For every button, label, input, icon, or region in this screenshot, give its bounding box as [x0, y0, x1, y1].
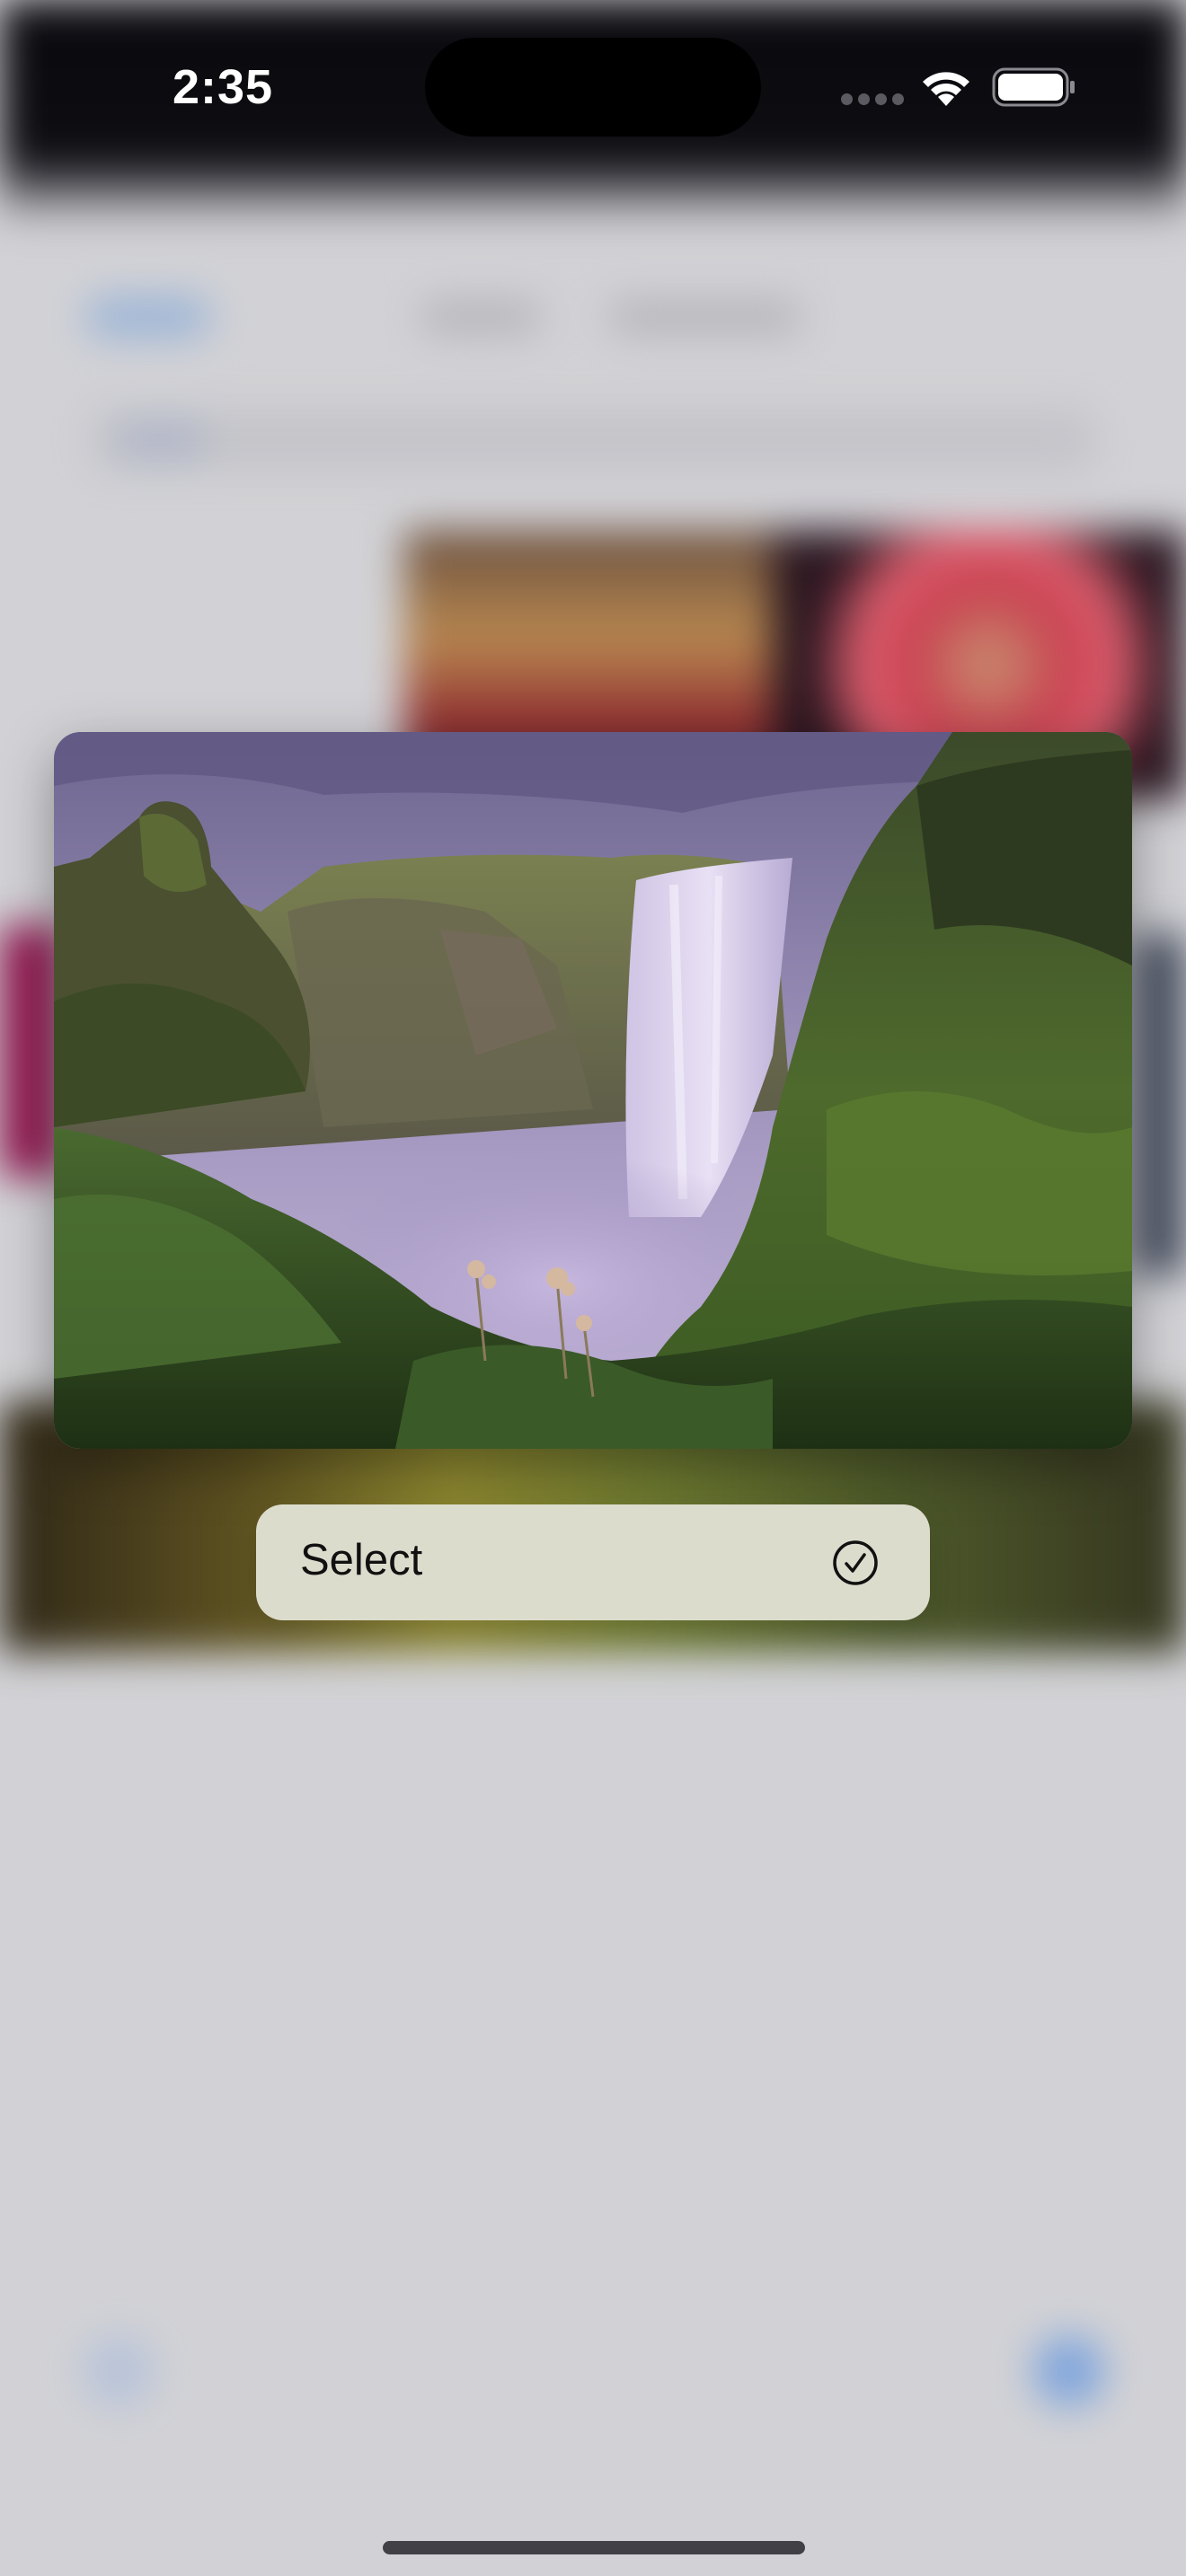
- waterfall-photo: [54, 732, 1132, 1449]
- select-label: Select: [300, 1536, 423, 1584]
- background-toolbar-button: [1033, 2335, 1105, 2407]
- background-search-bar: [90, 409, 1096, 472]
- cellular-signal-icon: [841, 93, 904, 106]
- wifi-icon: [923, 72, 969, 106]
- checkmark-circle-icon: [833, 1540, 878, 1585]
- background-search-icon: [117, 420, 207, 460]
- battery-icon: [992, 67, 1075, 107]
- background-toolbar-button: [83, 2335, 155, 2407]
- select-menu-item[interactable]: Select: [256, 1504, 930, 1620]
- background-thumbnail: [1132, 934, 1186, 1275]
- status-time: 2:35: [173, 60, 274, 114]
- background-nav-button: [85, 296, 211, 338]
- battery-fill: [998, 74, 1063, 101]
- screen: 2:35 Select: [0, 0, 1186, 2576]
- background-tab: [611, 301, 800, 333]
- context-menu: Select: [256, 1504, 930, 1620]
- background-tab: [422, 301, 539, 333]
- photo-preview[interactable]: [54, 732, 1132, 1449]
- home-indicator[interactable]: [383, 2541, 805, 2554]
- dynamic-island: [425, 38, 761, 137]
